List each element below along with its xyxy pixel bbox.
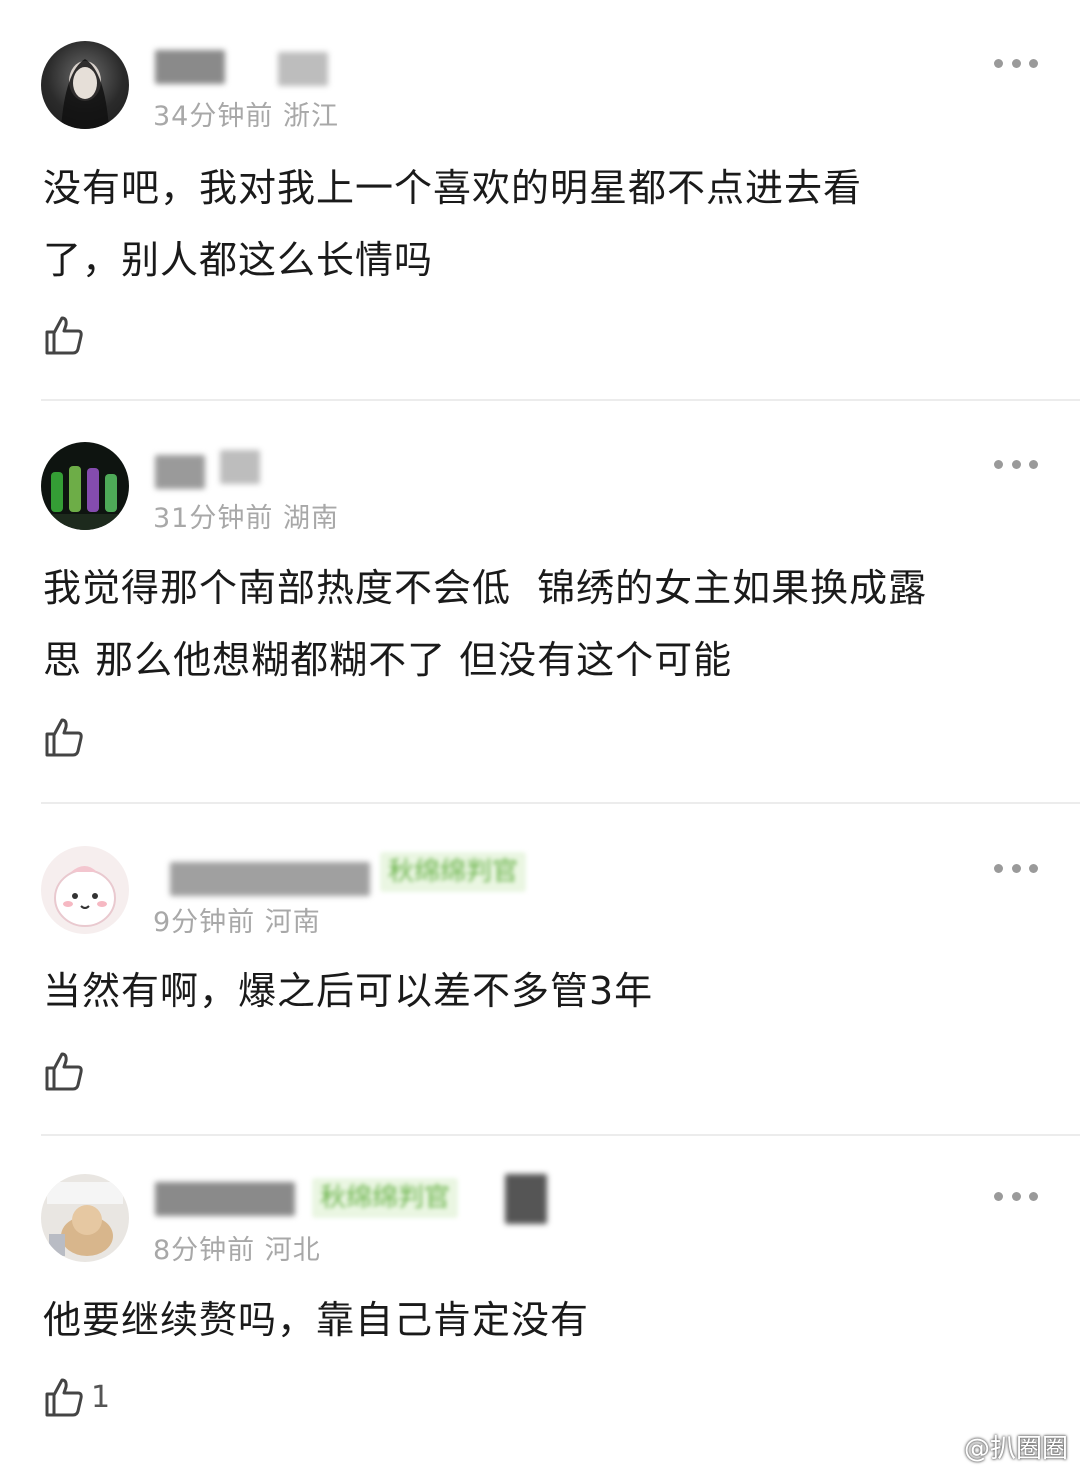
more-options-button[interactable] — [994, 862, 1038, 874]
thumbs-up-icon — [45, 1378, 83, 1417]
username-blurred[interactable] — [155, 1182, 295, 1216]
avatar[interactable] — [41, 41, 129, 129]
username-blurred[interactable] — [155, 455, 205, 489]
divider — [41, 1134, 1080, 1136]
avatar[interactable] — [41, 442, 129, 530]
more-options-button[interactable] — [994, 1190, 1038, 1202]
watermark-text: @扒圈圈 — [963, 1434, 1068, 1464]
comment-text: 当然有啊，爆之后可以差不多管3年 — [43, 969, 654, 1013]
avatar[interactable] — [41, 846, 129, 934]
like-count: 1 — [91, 1379, 111, 1415]
divider — [41, 399, 1080, 401]
more-options-button[interactable] — [994, 57, 1038, 69]
more-dots-icon — [994, 863, 1003, 873]
weibo-logo-icon — [929, 1436, 958, 1459]
username-blurred[interactable] — [170, 862, 370, 896]
more-dots-icon — [994, 1191, 1003, 1201]
user-badge: 秋绵绵判官 — [380, 852, 527, 892]
more-dots-icon — [994, 58, 1003, 68]
comment-meta: 9分钟前 河南 — [153, 907, 321, 938]
comment-meta: 34分钟前 浙江 — [153, 101, 339, 132]
like-button[interactable] — [43, 1050, 91, 1092]
avatar[interactable] — [41, 1174, 129, 1262]
badge-icon-blurred — [505, 1174, 547, 1224]
username-blurred — [278, 52, 328, 86]
comment-text: 我觉得那个南部热度不会低 锦绣的女主如果换成露 思 那么他想糊都糊不了 但没有这… — [43, 566, 928, 682]
more-options-button[interactable] — [994, 458, 1038, 470]
like-button[interactable]: 1 — [43, 1376, 110, 1418]
like-button[interactable] — [43, 716, 91, 758]
username-blurred[interactable] — [155, 50, 225, 84]
more-dots-icon — [994, 459, 1003, 469]
user-badge: 秋绵绵判官 — [312, 1178, 459, 1218]
thumbs-up-icon — [45, 1052, 83, 1091]
comment-meta: 8分钟前 河北 — [153, 1235, 321, 1266]
watermark: @扒圈圈 — [929, 1428, 1068, 1465]
thumbs-up-icon — [45, 316, 83, 355]
thumbs-up-icon — [45, 718, 83, 757]
comment-text: 没有吧，我对我上一个喜欢的明星都不点进去看 了，别人都这么长情吗 — [43, 166, 863, 282]
divider — [41, 802, 1080, 804]
comment-text: 他要继续赘吗，靠自己肯定没有 — [43, 1298, 590, 1342]
comment-meta: 31分钟前 湖南 — [153, 503, 339, 534]
like-button[interactable] — [43, 314, 91, 356]
username-blurred — [220, 450, 260, 484]
